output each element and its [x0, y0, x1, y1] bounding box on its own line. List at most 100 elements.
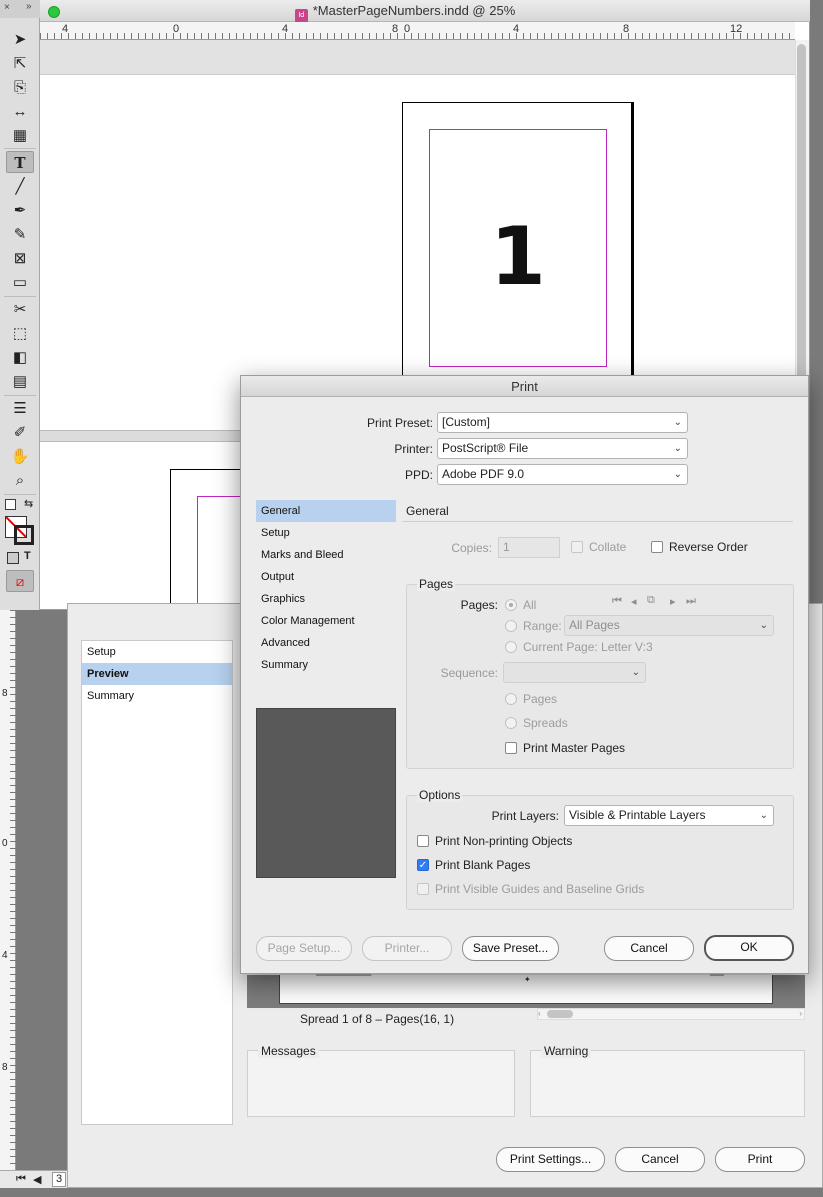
- sidebar-item-summary[interactable]: Summary: [82, 685, 232, 707]
- sidebar-item-setup[interactable]: Setup: [256, 522, 396, 544]
- printer-button[interactable]: Printer...: [362, 936, 452, 961]
- rectangle-tool-icon[interactable]: ▭: [6, 272, 34, 294]
- gradient-swatch-icon[interactable]: ◧: [6, 347, 34, 369]
- ppd-select[interactable]: Adobe PDF 9.0 ⌄: [437, 464, 688, 485]
- stroke-swatch[interactable]: [14, 525, 34, 545]
- print-blank-pages-checkbox[interactable]: ✓: [417, 859, 429, 871]
- ok-button[interactable]: OK: [704, 935, 794, 961]
- page-number-text[interactable]: 1: [429, 210, 607, 303]
- vertical-scroll-thumb[interactable]: [797, 44, 806, 404]
- range-select[interactable]: All Pages ⌄: [564, 615, 774, 636]
- tools-panel-header[interactable]: × »: [0, 0, 40, 18]
- printer-select[interactable]: PostScript® File ⌄: [437, 438, 688, 459]
- sidebar-item-color-management[interactable]: Color Management: [256, 610, 396, 632]
- print-master-pages-checkbox[interactable]: [505, 742, 517, 754]
- print-guides-checkbox[interactable]: [417, 883, 429, 895]
- line-tool-icon[interactable]: ╱: [6, 176, 34, 198]
- preview-horizontal-scrollbar[interactable]: ‹ ›: [537, 1008, 805, 1020]
- zoom-window-button[interactable]: [48, 6, 60, 18]
- window-title: *MasterPageNumbers.indd @ 25%: [312, 3, 516, 18]
- last-page-icon[interactable]: ⏭: [686, 595, 696, 608]
- section-title: General: [406, 504, 449, 518]
- sidebar-item-summary[interactable]: Summary: [256, 654, 396, 676]
- pages-all-radio[interactable]: [505, 599, 517, 611]
- ruler-label: 12: [730, 23, 743, 35]
- ppd-label: PPD:: [404, 468, 433, 482]
- sidebar-item-marks-and-bleed[interactable]: Marks and Bleed: [256, 544, 396, 566]
- save-preset-button[interactable]: Save Preset...: [462, 936, 559, 961]
- chevron-down-icon: ⌄: [759, 810, 768, 821]
- eyedropper-icon[interactable]: ✐: [6, 422, 34, 444]
- sequence-label: Sequence:: [440, 666, 498, 680]
- printer-label: Printer:: [394, 442, 433, 456]
- zoom-tool-icon[interactable]: ⌕: [6, 470, 34, 492]
- selection-arrow-icon[interactable]: ➤: [6, 29, 34, 51]
- current-page-radio[interactable]: [505, 641, 517, 653]
- pages-option-radio[interactable]: [505, 693, 517, 705]
- previous-page-icon[interactable]: ◂: [631, 595, 637, 608]
- page-setup-button[interactable]: Page Setup...: [256, 936, 352, 961]
- page-tool-icon[interactable]: ⎘: [6, 77, 34, 99]
- default-fill-stroke-icon[interactable]: [5, 499, 16, 510]
- first-page-icon[interactable]: ⏮: [16, 1173, 26, 1186]
- note-tool-icon[interactable]: ☰: [6, 398, 34, 420]
- pen-tool-icon[interactable]: ✒: [6, 200, 34, 222]
- scroll-right-icon[interactable]: ›: [799, 1009, 802, 1018]
- page-spread-icon[interactable]: ⧉: [647, 594, 655, 607]
- ruler-label: 8: [623, 23, 630, 35]
- print-settings-button[interactable]: Print Settings...: [496, 1147, 605, 1172]
- cancel-button[interactable]: Cancel: [615, 1147, 705, 1172]
- print-nonprinting-label: Print Non-printing Objects: [435, 834, 573, 848]
- pages-all-label: All: [523, 598, 537, 612]
- formatting-text-icon[interactable]: T: [24, 550, 31, 562]
- section-divider: [402, 521, 793, 522]
- collapse-icon[interactable]: »: [26, 1, 32, 12]
- preview-crosshair-icon: ✦: [524, 975, 531, 984]
- scissors-icon[interactable]: ✂: [6, 299, 34, 321]
- print-button[interactable]: Print: [715, 1147, 805, 1172]
- messages-label: Messages: [258, 1044, 319, 1058]
- pages-range-radio[interactable]: [505, 620, 517, 632]
- free-transform-icon[interactable]: ⬚: [6, 323, 34, 345]
- sidebar-item-advanced[interactable]: Advanced: [256, 632, 396, 654]
- previous-page-icon[interactable]: ◀: [33, 1173, 41, 1186]
- scroll-left-icon[interactable]: ‹: [538, 1009, 541, 1018]
- print-layers-select[interactable]: Visible & Printable Layers ⌄: [564, 805, 774, 826]
- sidebar-item-output[interactable]: Output: [256, 566, 396, 588]
- copies-field[interactable]: 1: [498, 537, 560, 558]
- print-nonprinting-checkbox[interactable]: [417, 835, 429, 847]
- close-icon[interactable]: ×: [4, 2, 10, 13]
- formatting-container-icon[interactable]: [7, 552, 19, 564]
- indesign-document-icon: Id: [294, 9, 308, 23]
- reverse-order-checkbox[interactable]: [651, 541, 663, 553]
- ruler-label: 0: [404, 23, 411, 35]
- print-layers-label: Print Layers:: [491, 809, 559, 823]
- gap-tool-icon[interactable]: ↔: [6, 101, 34, 123]
- spreads-option-radio[interactable]: [505, 717, 517, 729]
- content-collector-icon[interactable]: ▦: [6, 125, 34, 147]
- sidebar-item-preview[interactable]: Preview: [82, 663, 232, 685]
- print-master-pages-label: Print Master Pages: [523, 741, 626, 755]
- sidebar-item-setup[interactable]: Setup: [82, 641, 232, 663]
- apply-none-icon[interactable]: ⧄: [6, 570, 34, 592]
- sidebar-item-graphics[interactable]: Graphics: [256, 588, 396, 610]
- rectangle-frame-icon[interactable]: ⊠: [6, 248, 34, 270]
- sequence-select[interactable]: ⌄: [503, 662, 646, 683]
- cancel-button[interactable]: Cancel: [604, 936, 694, 961]
- sidebar-item-general[interactable]: General: [256, 500, 396, 522]
- pencil-tool-icon[interactable]: ✎: [6, 224, 34, 246]
- gradient-feather-icon[interactable]: ▤: [6, 371, 34, 393]
- preview-scroll-thumb[interactable]: [547, 1010, 573, 1018]
- print-guides-label: Print Visible Guides and Baseline Grids: [435, 882, 645, 896]
- horizontal-ruler[interactable]: 4 0 4 8 0 4 8 12: [40, 22, 795, 40]
- print-preset-select[interactable]: [Custom] ⌄: [437, 412, 688, 433]
- type-tool-icon[interactable]: T: [6, 151, 34, 173]
- swap-fill-stroke-icon[interactable]: ⇆: [24, 497, 33, 510]
- first-page-icon[interactable]: ⏮: [612, 595, 622, 608]
- direct-selection-icon[interactable]: ⇱: [6, 53, 34, 75]
- next-page-icon[interactable]: ▸: [670, 595, 676, 608]
- collate-checkbox[interactable]: [571, 541, 583, 553]
- copies-label: Copies:: [451, 541, 492, 555]
- page-number-field[interactable]: 3: [52, 1172, 66, 1187]
- hand-tool-icon[interactable]: ✋: [6, 446, 34, 468]
